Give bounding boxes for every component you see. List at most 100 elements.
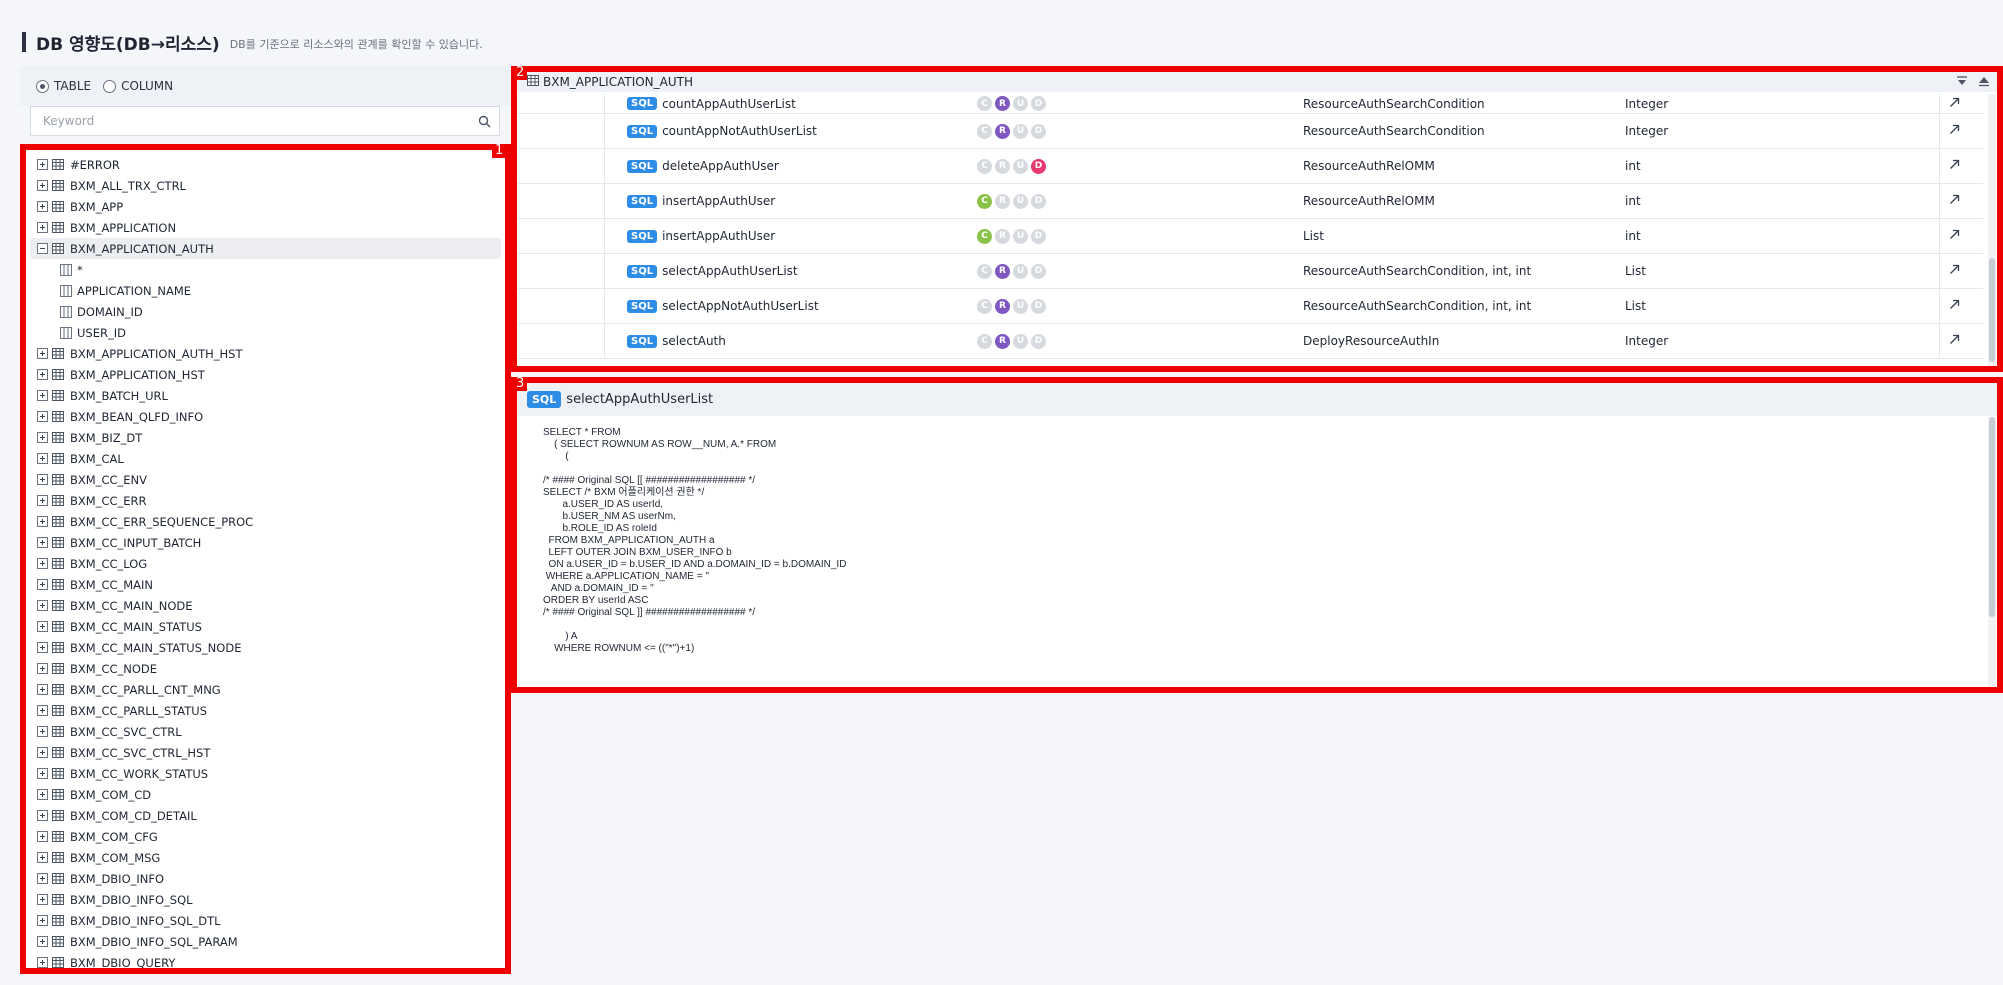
tree-table-item[interactable]: BXM_COM_CFG xyxy=(30,826,501,847)
tree-column-item[interactable]: APPLICATION_NAME xyxy=(30,280,501,301)
expand-icon[interactable] xyxy=(37,957,48,968)
expand-icon[interactable] xyxy=(37,516,48,527)
resource-row[interactable]: SQL selectAuth C R U D DeployResourceAuthIn Int… xyxy=(517,324,1983,359)
expand-icon[interactable] xyxy=(37,495,48,506)
expand-icon[interactable] xyxy=(37,537,48,548)
tree-table-item[interactable]: BXM_CC_ENV xyxy=(30,469,501,490)
expand-icon[interactable] xyxy=(37,348,48,359)
expand-icon[interactable] xyxy=(37,390,48,401)
expand-icon[interactable] xyxy=(37,726,48,737)
expand-icon[interactable] xyxy=(37,621,48,632)
expand-icon[interactable] xyxy=(37,642,48,653)
collapse-icon[interactable] xyxy=(37,243,48,254)
tree-table-item[interactable]: BXM_CC_SVC_CTRL_HST xyxy=(30,742,501,763)
tree-table-item[interactable]: BXM_CC_MAIN_NODE xyxy=(30,595,501,616)
resource-row[interactable]: SQL countAppNotAuthUserList C R U D ResourceAu… xyxy=(517,114,1983,149)
tree-table-item[interactable]: BXM_CC_MAIN xyxy=(30,574,501,595)
tree-table-item[interactable]: BXM_COM_CD_DETAIL xyxy=(30,805,501,826)
tree-column-item[interactable]: * xyxy=(30,259,501,280)
expand-up-icon[interactable] xyxy=(1977,74,1991,88)
open-link-icon[interactable] xyxy=(1949,194,1960,208)
expand-icon[interactable] xyxy=(37,159,48,170)
radio-column[interactable]: COLUMN xyxy=(103,79,173,93)
tree-table-item[interactable]: BXM_BEAN_QLFD_INFO xyxy=(30,406,501,427)
search-input[interactable] xyxy=(31,107,469,135)
resource-row[interactable]: SQL countAppAuthUserList C R U D ResourceAuthS… xyxy=(517,94,1983,114)
radio-column-indicator[interactable] xyxy=(103,79,117,93)
tree-table-item[interactable]: BXM_CC_PARLL_CNT_MNG xyxy=(30,679,501,700)
tree-table-item[interactable]: BXM_CC_INPUT_BATCH xyxy=(30,532,501,553)
resource-row[interactable]: SQL insertAppAuthUser C R U D List int xyxy=(517,219,1983,254)
open-link-icon[interactable] xyxy=(1949,159,1960,173)
expand-icon[interactable] xyxy=(37,789,48,800)
expand-icon[interactable] xyxy=(37,915,48,926)
expand-icon[interactable] xyxy=(37,222,48,233)
collapse-all-icon[interactable] xyxy=(1955,74,1969,88)
resource-row[interactable]: SQL selectAppAuthUserList C R U D ResourceAuth… xyxy=(517,254,1983,289)
resource-row[interactable]: SQL selectAppNotAuthUserList C R U D ResourceA… xyxy=(517,289,1983,324)
expand-icon[interactable] xyxy=(37,579,48,590)
expand-icon[interactable] xyxy=(37,201,48,212)
radio-table[interactable]: TABLE xyxy=(36,79,91,93)
expand-icon[interactable] xyxy=(37,369,48,380)
expand-icon[interactable] xyxy=(37,768,48,779)
open-link-icon[interactable] xyxy=(1949,264,1960,278)
expand-icon[interactable] xyxy=(37,474,48,485)
expand-icon[interactable] xyxy=(37,873,48,884)
open-link-icon[interactable] xyxy=(1949,299,1960,313)
expand-icon[interactable] xyxy=(37,663,48,674)
tree-column-item[interactable]: USER_ID xyxy=(30,322,501,343)
resource-scrollbar-thumb[interactable] xyxy=(1989,258,1995,362)
expand-icon[interactable] xyxy=(37,936,48,947)
tree-table-item[interactable]: BXM_ALL_TRX_CTRL xyxy=(30,175,501,196)
tree-table-item[interactable]: BXM_CC_NODE xyxy=(30,658,501,679)
expand-icon[interactable] xyxy=(37,705,48,716)
expand-icon[interactable] xyxy=(37,432,48,443)
tree-table-item[interactable]: BXM_APPLICATION_AUTH_HST xyxy=(30,343,501,364)
sql-scrollbar[interactable] xyxy=(1988,417,1996,687)
tree-table-item[interactable]: BXM_CC_MAIN_STATUS xyxy=(30,616,501,637)
sql-scrollbar-thumb[interactable] xyxy=(1989,417,1995,617)
radio-table-indicator[interactable] xyxy=(36,79,49,93)
expand-icon[interactable] xyxy=(37,558,48,569)
tree-table-item[interactable]: BXM_DBIO_INFO_SQL_DTL xyxy=(30,910,501,931)
tree-table-item[interactable]: BXM_CC_SVC_CTRL xyxy=(30,721,501,742)
expand-icon[interactable] xyxy=(37,453,48,464)
open-link-icon[interactable] xyxy=(1949,229,1960,243)
tree-table-item[interactable]: BXM_CC_ERR_SEQUENCE_PROC xyxy=(30,511,501,532)
tree-table-item[interactable]: BXM_BIZ_DT xyxy=(30,427,501,448)
expand-icon[interactable] xyxy=(37,747,48,758)
resource-row[interactable]: SQL insertAppAuthUser C R U D ResourceAuthRelO… xyxy=(517,184,1983,219)
tree-table-item[interactable]: BXM_CC_MAIN_STATUS_NODE xyxy=(30,637,501,658)
tree-table-item[interactable]: BXM_APP xyxy=(30,196,501,217)
search-icon[interactable] xyxy=(469,115,499,128)
tree-table-item[interactable]: BXM_CC_PARLL_STATUS xyxy=(30,700,501,721)
tree-column-item[interactable]: DOMAIN_ID xyxy=(30,301,501,322)
tree-table-item[interactable]: BXM_CAL xyxy=(30,448,501,469)
expand-icon[interactable] xyxy=(37,600,48,611)
open-link-icon[interactable] xyxy=(1949,97,1960,111)
expand-icon[interactable] xyxy=(37,180,48,191)
open-link-icon[interactable] xyxy=(1949,334,1960,348)
tree-table-item[interactable]: BXM_COM_CD xyxy=(30,784,501,805)
tree-table-item[interactable]: BXM_COM_MSG xyxy=(30,847,501,868)
tree-table-item[interactable]: BXM_CC_ERR xyxy=(30,490,501,511)
tree-table-item[interactable]: #ERROR xyxy=(30,154,501,175)
tree-table-item[interactable]: BXM_CC_WORK_STATUS xyxy=(30,763,501,784)
resource-scrollbar[interactable] xyxy=(1988,94,1996,366)
tree-table-item[interactable]: BXM_DBIO_INFO_SQL_PARAM xyxy=(30,931,501,952)
tree-table-item[interactable]: BXM_CC_LOG xyxy=(30,553,501,574)
tree-table-item[interactable]: BXM_APPLICATION_HST xyxy=(30,364,501,385)
expand-icon[interactable] xyxy=(37,852,48,863)
tree-table-item[interactable]: BXM_DBIO_INFO xyxy=(30,868,501,889)
tree-table-item[interactable]: BXM_BATCH_URL xyxy=(30,385,501,406)
expand-icon[interactable] xyxy=(37,411,48,422)
tree-table-item[interactable]: BXM_DBIO_INFO_SQL xyxy=(30,889,501,910)
resource-row[interactable]: SQL deleteAppAuthUser C R U D ResourceAuthRelO… xyxy=(517,149,1983,184)
tree-table-item[interactable]: BXM_APPLICATION xyxy=(30,217,501,238)
expand-icon[interactable] xyxy=(37,831,48,842)
expand-icon[interactable] xyxy=(37,894,48,905)
tree-table-item[interactable]: BXM_APPLICATION_AUTH xyxy=(30,238,501,259)
open-link-icon[interactable] xyxy=(1949,124,1960,138)
tree-table-item[interactable]: BXM_DBIO_QUERY xyxy=(30,952,501,968)
